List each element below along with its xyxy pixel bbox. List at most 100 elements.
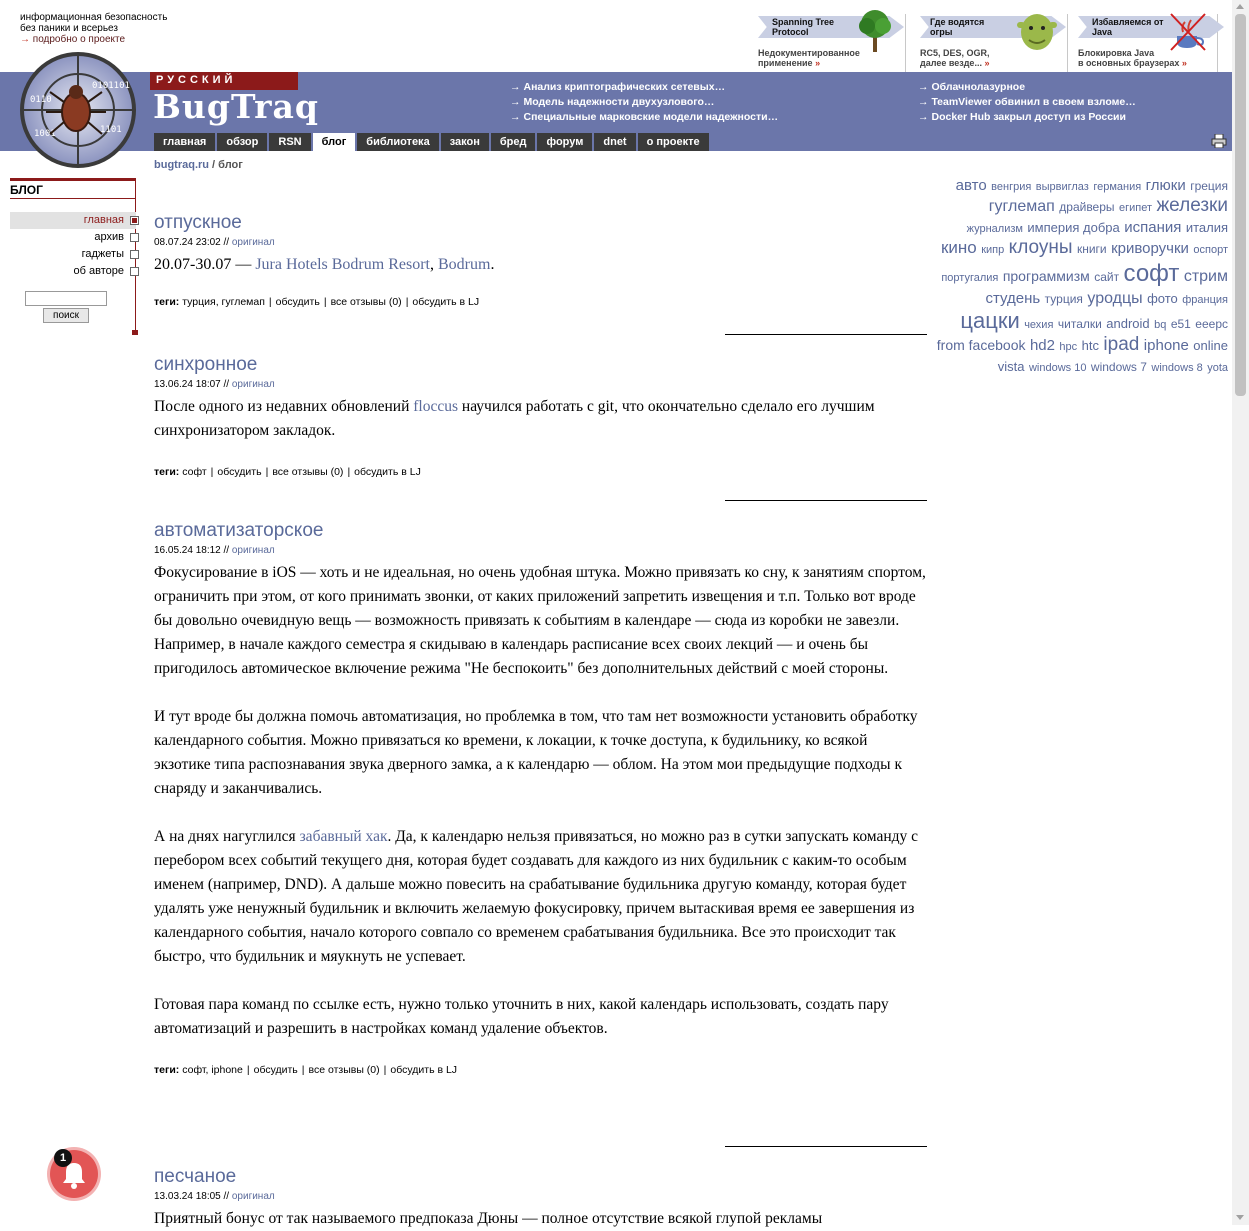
tag-link[interactable]: италия	[1186, 220, 1228, 235]
news-item[interactable]: → Облачнолазурное	[918, 80, 1136, 95]
tag-link[interactable]: windows 10	[1029, 362, 1086, 374]
news-item[interactable]: → TeamViewer обвинил в своем взломе…	[918, 95, 1136, 110]
search-input[interactable]	[25, 291, 107, 306]
post-title[interactable]: автоматизаторское	[154, 520, 926, 542]
tab-library[interactable]: библиотека	[357, 133, 439, 151]
promo-java[interactable]: Избавляемся от Java Блокировка Java в ос…	[1078, 13, 1224, 72]
all-reviews-link[interactable]: все отзывы (0)	[272, 466, 343, 478]
tag-link[interactable]: vista	[998, 359, 1025, 374]
tab-about[interactable]: о проекте	[637, 133, 709, 151]
original-link[interactable]: оригинал	[232, 237, 275, 248]
tag-link[interactable]: книги	[1077, 242, 1107, 256]
post-title[interactable]: песчаное	[154, 1166, 926, 1188]
about-project-link[interactable]: → подробно о проекте	[20, 34, 167, 45]
fun-hack-link[interactable]: забавный хак	[300, 828, 388, 845]
bug-crosshair-logo[interactable]: 0101101 0110 1101 1001	[0, 52, 150, 172]
tag-link[interactable]: драйверы	[1059, 200, 1114, 214]
original-link[interactable]: оригинал	[232, 545, 275, 556]
post-title[interactable]: синхронное	[154, 354, 926, 376]
tag-link[interactable]: ipad	[1103, 334, 1139, 355]
scroll-down-icon[interactable]	[1236, 1215, 1244, 1220]
news-item[interactable]: → Docker Hub закрыл доступ из России	[918, 110, 1136, 125]
discuss-link[interactable]: обсудить	[217, 466, 261, 478]
promo-spanning-tree[interactable]: Spanning Tree Protocol Недокументированн…	[758, 10, 906, 72]
original-link[interactable]: оригинал	[232, 1191, 275, 1202]
tag-link[interactable]: hd2	[1030, 337, 1055, 354]
tag-link[interactable]: кино	[941, 238, 977, 257]
tag-link[interactable]: авто	[956, 177, 987, 194]
scrollbar-thumb[interactable]	[1235, 14, 1246, 396]
news-item[interactable]: → Специальные марковские модели надежност…	[510, 110, 778, 125]
tag-link[interactable]: eeepc	[1195, 317, 1228, 331]
tag-link[interactable]: bq	[1154, 319, 1166, 331]
all-reviews-link[interactable]: все отзывы (0)	[309, 1064, 380, 1076]
breadcrumb-home-link[interactable]: bugtraq.ru	[154, 159, 209, 171]
floccus-link[interactable]: floccus	[413, 398, 458, 415]
all-reviews-link[interactable]: все отзывы (0)	[331, 296, 402, 308]
discuss-link[interactable]: обсудить	[254, 1064, 298, 1076]
post-tags[interactable]: софт, iphone	[182, 1064, 243, 1076]
tag-link[interactable]: yota	[1207, 362, 1228, 374]
tab-review[interactable]: обзор	[217, 133, 268, 151]
tag-link[interactable]: android	[1106, 316, 1149, 331]
tag-link[interactable]: iphone	[1144, 337, 1189, 354]
post-tags[interactable]: софт	[182, 466, 206, 478]
tag-link[interactable]: софт	[1124, 260, 1180, 287]
tag-link[interactable]: e51	[1171, 317, 1191, 331]
tag-link[interactable]: windows 8	[1151, 362, 1202, 374]
tag-link[interactable]: from facebook	[937, 337, 1026, 353]
discuss-lj-link[interactable]: обсудить в LJ	[390, 1064, 457, 1076]
scroll-up-icon[interactable]	[1236, 4, 1244, 9]
tag-link[interactable]: оспорт	[1193, 244, 1228, 256]
tag-link[interactable]: hpc	[1059, 341, 1077, 353]
tag-link[interactable]: кипр	[981, 244, 1004, 256]
print-icon[interactable]	[1211, 134, 1227, 148]
tag-link[interactable]: криворучки	[1111, 240, 1189, 257]
promo-ogres[interactable]: Где водятся огры RC5, DES, OGR, далее ве…	[920, 14, 1068, 72]
search-button[interactable]: поиск	[43, 308, 89, 323]
tag-link[interactable]: студень	[985, 290, 1040, 307]
tab-dnet[interactable]: dnet	[594, 133, 636, 151]
tag-link[interactable]: программизм	[1003, 268, 1090, 284]
news-item[interactable]: → Анализ криптографических сетевых…	[510, 80, 778, 95]
tag-link[interactable]: сайт	[1094, 270, 1119, 284]
tag-link[interactable]: стрим	[1184, 268, 1228, 285]
tag-link[interactable]: уродцы	[1087, 290, 1142, 307]
tab-law[interactable]: закон	[440, 133, 489, 151]
tag-link[interactable]: глюки	[1146, 177, 1186, 194]
tag-link[interactable]: htc	[1082, 338, 1099, 353]
tag-link[interactable]: железки	[1156, 195, 1228, 216]
sidebar-item-about-author[interactable]: об авторе	[10, 263, 139, 280]
tag-link[interactable]: цацки	[960, 308, 1019, 333]
tag-link[interactable]: windows 7	[1091, 360, 1147, 374]
tag-link[interactable]: читалки	[1058, 317, 1102, 331]
original-link[interactable]: оригинал	[232, 379, 275, 390]
post-title[interactable]: отпускное	[154, 212, 926, 234]
tab-blog[interactable]: блог	[312, 133, 356, 151]
sidebar-item-archive[interactable]: архив	[10, 229, 139, 246]
tag-link[interactable]: журнализм	[967, 223, 1023, 235]
tag-link[interactable]: фото	[1147, 291, 1178, 306]
tab-home[interactable]: главная	[154, 133, 216, 151]
post-tags[interactable]: турция, гуглемап	[182, 296, 265, 308]
sidebar-item-home[interactable]: главная	[10, 212, 139, 229]
tag-link[interactable]: гуглемап	[989, 198, 1055, 215]
tag-link[interactable]: португалия	[941, 272, 998, 284]
tag-link[interactable]: клоуны	[1009, 237, 1073, 258]
discuss-lj-link[interactable]: обсудить в LJ	[412, 296, 479, 308]
discuss-link[interactable]: обсудить	[276, 296, 320, 308]
tab-rsn[interactable]: RSN	[269, 133, 311, 151]
discuss-lj-link[interactable]: обсудить в LJ	[354, 466, 421, 478]
tag-link[interactable]: турция	[1045, 292, 1083, 306]
tag-link[interactable]: online	[1193, 338, 1228, 353]
tag-link[interactable]: венгрия	[991, 181, 1031, 193]
tag-link[interactable]: вырвиглаз	[1036, 181, 1089, 193]
tag-link[interactable]: германия	[1093, 181, 1141, 193]
site-brand[interactable]: BugTraq	[153, 87, 319, 126]
tab-nonsense[interactable]: бред	[490, 133, 536, 151]
tag-link[interactable]: египет	[1119, 202, 1152, 214]
tag-link[interactable]: империя добра	[1027, 220, 1119, 235]
tag-link[interactable]: франция	[1182, 294, 1228, 306]
news-item[interactable]: → Модель надежности двухузлового…	[510, 95, 778, 110]
tag-link[interactable]: греция	[1190, 179, 1228, 193]
